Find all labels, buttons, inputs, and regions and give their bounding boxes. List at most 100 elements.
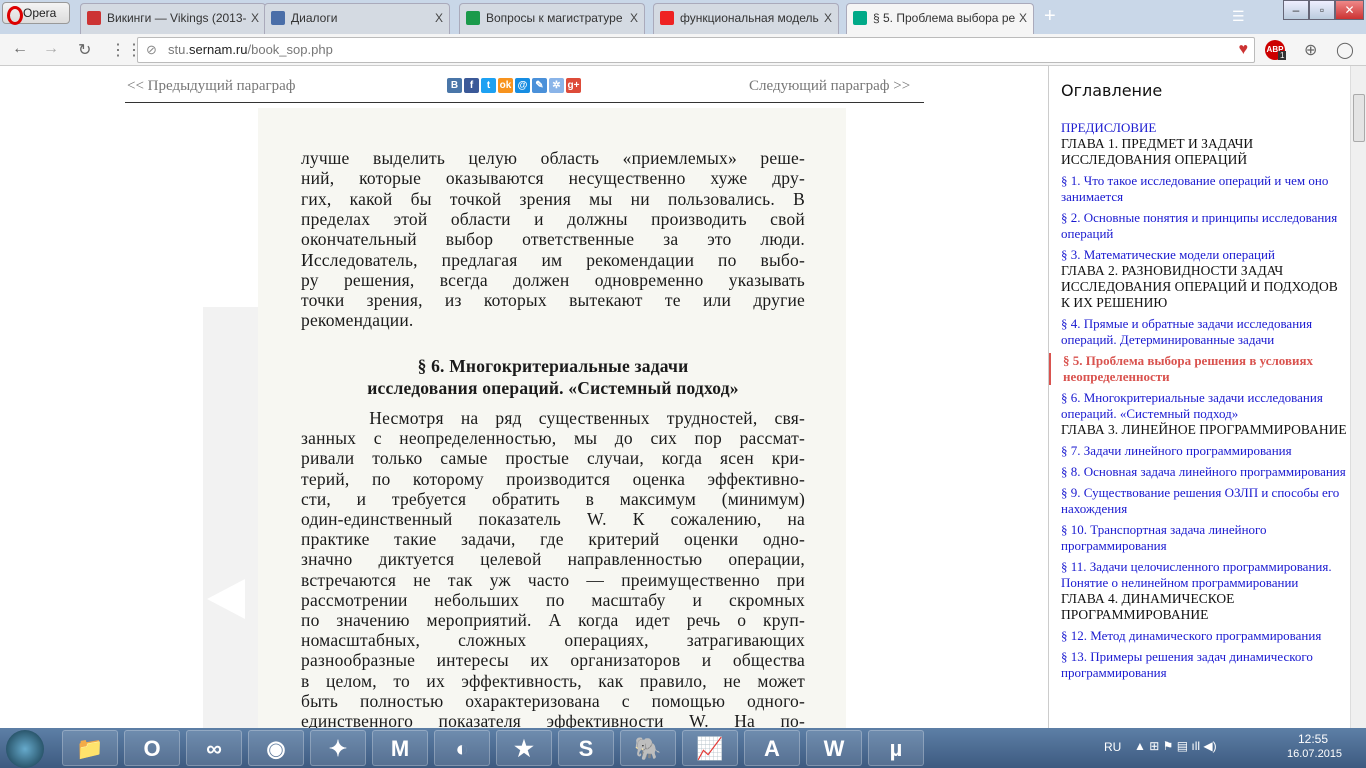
utorrent-taskbar-icon[interactable]: µ <box>868 730 924 766</box>
pi-icon <box>853 11 867 25</box>
share-icon[interactable]: t <box>481 78 496 93</box>
toc-item[interactable]: § 4. Прямые и обратные задачи исследован… <box>1061 316 1349 348</box>
reload-icon[interactable]: ↻ <box>78 40 91 60</box>
acrobat-taskbar-icon[interactable]: A <box>744 730 800 766</box>
site-info-icon[interactable]: ⊘ <box>146 38 157 62</box>
toc-item[interactable]: § 1. Что такое исследование операций и ч… <box>1061 173 1349 205</box>
book-line: ривали только самые простые случаи, когд… <box>301 448 805 469</box>
divider <box>125 102 924 103</box>
url-domain: sernam.ru <box>188 42 248 57</box>
scrollbar-thumb[interactable] <box>1353 94 1365 142</box>
share-icon[interactable]: B <box>447 78 462 93</box>
taskbar: 📁 O ∞ ◉ ✦ M ◐ ★ S 🐘 📈 A Wµ RU ▲ ⊞ ⚑ ▤ ıll ◀) 12:55 1… <box>0 728 1366 768</box>
share-icon[interactable]: ✲ <box>549 78 564 93</box>
postgres-taskbar-icon[interactable]: 🐘 <box>620 730 676 766</box>
back-icon[interactable]: ← <box>12 40 28 58</box>
scrollbar[interactable] <box>1350 66 1366 728</box>
share-icon[interactable]: f <box>464 78 479 93</box>
account-icon[interactable]: ◯ <box>1336 40 1354 60</box>
book-line: ний, которые оказываются несущественно х… <box>301 168 805 189</box>
toc-item[interactable]: § 6. Многокритериальные задачи исследова… <box>1061 390 1349 422</box>
toc-chapter: ГЛАВА 3. ЛИНЕЙНОЕ ПРОГРАММИРОВАНИЕ <box>1061 422 1347 437</box>
book-line: Несмотря на ряд существенных трудностей,… <box>301 408 805 428</box>
mathcad-taskbar-icon[interactable]: M <box>372 730 428 766</box>
prev-paragraph-link[interactable]: << Предыдущий параграф <box>127 78 296 95</box>
toc-item[interactable]: § 2. Основные понятия и принципы исследо… <box>1061 210 1349 242</box>
chrome-taskbar-icon[interactable]: ◉ <box>248 730 304 766</box>
close-window-button[interactable]: ✕ <box>1335 0 1364 20</box>
close-tab-icon[interactable]: X <box>430 4 443 32</box>
section-heading: исследования операций. «Системный подход… <box>367 378 739 398</box>
next-paragraph-link[interactable]: Следующий параграф >> <box>749 78 910 95</box>
book-line: рассмотрении небольших по масштабу и скр… <box>301 589 805 610</box>
maximize-button[interactable]: ▫ <box>1309 0 1335 20</box>
skype-taskbar-icon[interactable]: S <box>558 730 614 766</box>
book-line: значно диктуется целевой направленностью… <box>301 549 805 570</box>
section-heading: § 6. Многокритериальные задачи <box>417 356 689 376</box>
star-taskbar-icon[interactable]: ★ <box>496 730 552 766</box>
page-content: << Предыдущий параграф Bf t ok @ ✎ ✲ g+ Следую… <box>0 66 1350 728</box>
adblock-badge: 1 <box>1278 51 1287 60</box>
download-icon[interactable]: ⊕ <box>1304 40 1317 60</box>
tab-title: § 5. Проблема выбора ре <box>873 11 1016 25</box>
toc-item[interactable]: § 5. Проблема выбора решения в условиях … <box>1049 353 1349 385</box>
address-bar: ← → ↻ ⋮⋮ ⊘ stu.sernam.ru/book_sop.php ♥ … <box>0 34 1366 66</box>
toc-chapter: ГЛАВА 1. ПРЕДМЕТ И ЗАДАЧИ ИССЛЕДОВАНИЯ О… <box>1061 136 1254 167</box>
arrow-left-icon[interactable] <box>207 579 245 619</box>
share-icon[interactable]: ✎ <box>532 78 547 93</box>
toc-item[interactable]: ПРЕДИСЛОВИЕ <box>1061 120 1349 136</box>
book-line: сти, и требуется обратить в максимум (ми… <box>301 488 805 509</box>
toc-item[interactable]: § 7. Задачи линейного программирования <box>1061 443 1349 459</box>
language-indicator[interactable]: RU <box>1104 740 1121 754</box>
tab-title: Диалоги <box>291 11 338 25</box>
toc-item[interactable]: § 9. Существование решения ОЗЛП и способ… <box>1061 485 1349 517</box>
tab[interactable]: Диалоги X <box>264 3 450 34</box>
clock-date[interactable]: 16.07.2015 <box>1287 748 1342 760</box>
book-line: в целом, то их эффективность, как правил… <box>301 670 805 691</box>
tab[interactable]: Вопросы к магистратуре X <box>459 3 645 34</box>
close-tab-icon[interactable]: X <box>819 4 832 32</box>
share-icon[interactable]: g+ <box>566 78 581 93</box>
book-line: гих, какой бы точкой зрения мы ни пользо… <box>301 188 805 209</box>
clock-time[interactable]: 12:55 <box>1298 732 1328 746</box>
tray-icons[interactable]: ▲ ⊞ ⚑ ▤ ıll ◀) <box>1134 739 1217 753</box>
toc-item[interactable]: § 13. Примеры решения задач динамическог… <box>1061 649 1349 681</box>
close-tab-icon[interactable]: X <box>1014 4 1027 32</box>
book-line: быть полностью охарактеризована с помощь… <box>301 690 805 711</box>
minimize-button[interactable]: – <box>1283 0 1309 20</box>
toc-item[interactable]: § 11. Задачи целочисленного программиров… <box>1061 559 1349 591</box>
forward-icon[interactable]: → <box>43 40 59 58</box>
tab[interactable]: § 5. Проблема выбора ре X <box>846 3 1034 34</box>
toc-sidebar: Оглавление ПРЕДИСЛОВИЕ ГЛАВА 1. ПРЕДМЕТ И… <box>1048 66 1350 728</box>
tab-menu-icon[interactable]: ☰ <box>1232 8 1245 25</box>
book-line: единственного показателя эффективности W… <box>301 711 805 728</box>
toc-item[interactable]: § 12. Метод динамического программирован… <box>1061 628 1349 644</box>
new-tab-button[interactable]: + <box>1044 5 1056 28</box>
explorer-taskbar-icon[interactable]: 📁 <box>62 730 118 766</box>
book-line: пределах этой области и должны производи… <box>301 208 805 229</box>
share-icon[interactable]: ok <box>498 78 513 93</box>
url-input[interactable]: ⊘ stu.sernam.ru/book_sop.php ♥ <box>137 37 1255 63</box>
toc-item[interactable]: § 8. Основная задача линейного программи… <box>1061 464 1349 480</box>
chart-app-taskbar-icon[interactable]: 📈 <box>682 730 738 766</box>
eclipse-taskbar-icon[interactable]: ◐ <box>434 730 490 766</box>
book-line: рекомендации. <box>301 310 414 331</box>
prev-page-panel[interactable] <box>203 307 258 728</box>
book-page: лучше выделить целую область «приемлемых… <box>258 108 846 728</box>
share-icon[interactable]: @ <box>515 78 530 93</box>
app-taskbar-icon[interactable]: ✦ <box>310 730 366 766</box>
tab[interactable]: функциональная модель X <box>653 3 839 34</box>
toc-item[interactable]: § 3. Математические модели операций <box>1061 247 1349 263</box>
book-line: точки зрения, из которых вытекают те или… <box>301 290 805 311</box>
heart-icon[interactable]: ♥ <box>1239 38 1249 62</box>
tab[interactable]: Викинги — Vikings (2013- X <box>80 3 266 34</box>
start-button[interactable] <box>6 730 44 768</box>
close-tab-icon[interactable]: X <box>246 4 259 32</box>
close-tab-icon[interactable]: X <box>625 4 638 32</box>
opera-menu-button[interactable]: Opera <box>2 2 70 25</box>
opera-taskbar-icon[interactable]: O <box>124 730 180 766</box>
toc-item[interactable]: § 10. Транспортная задача линейного прог… <box>1061 522 1349 554</box>
visual-studio-taskbar-icon[interactable]: ∞ <box>186 730 242 766</box>
toc-chapter: ГЛАВА 2. РАЗНОВИДНОСТИ ЗАДАЧ ИССЛЕДОВАНИ… <box>1061 263 1338 310</box>
word-taskbar-icon[interactable]: W <box>806 730 862 766</box>
